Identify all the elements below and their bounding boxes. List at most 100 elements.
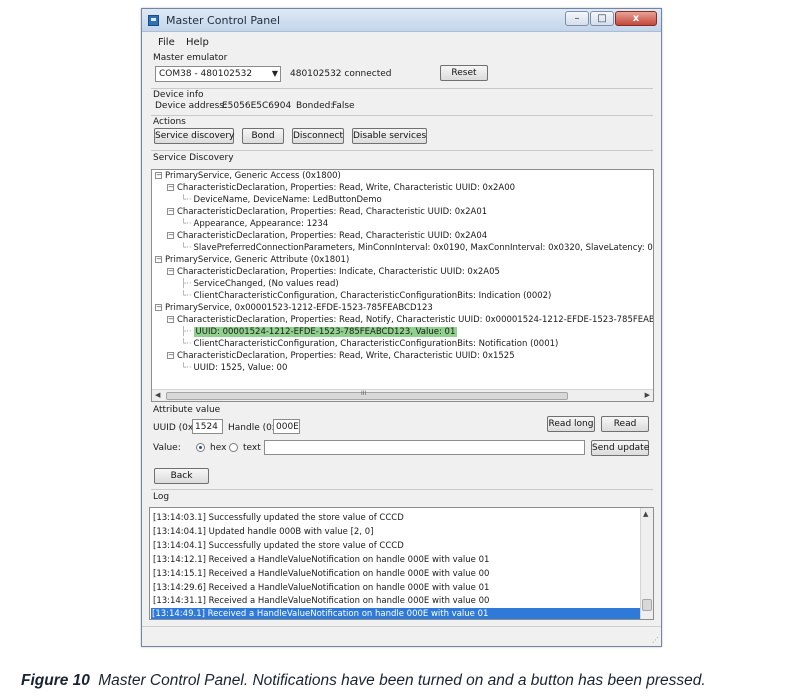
log-entry[interactable]: [13:14:12.1] Received a HandleValueNotif…	[152, 554, 640, 567]
disable-services-button[interactable]: Disable services	[352, 128, 427, 144]
actions-label: Actions	[153, 117, 186, 127]
service-discovery-button[interactable]: Service discovery	[154, 128, 234, 144]
log-vertical-scrollbar[interactable]: ▲	[640, 508, 653, 619]
minimize-button[interactable]: –	[565, 11, 589, 26]
divider	[151, 489, 653, 490]
connection-status: 480102532 connected	[290, 69, 392, 79]
tree-item-selected[interactable]: ├·· UUID: 00001524-1212-EFDE-1523-785FEAB…	[181, 326, 458, 338]
figure-caption: Figure 10 Master Control Panel. Notifica…	[21, 672, 706, 690]
log-label: Log	[153, 492, 170, 502]
bond-button[interactable]: Bond	[242, 128, 284, 144]
scroll-up-icon[interactable]: ▲	[643, 510, 648, 518]
tree-item[interactable]: − CharacteristicDeclaration, Properties: …	[167, 314, 653, 326]
log-entry[interactable]: [13:14:15.1] Received a HandleValueNotif…	[152, 568, 640, 581]
tree-line-icon: └··	[181, 363, 192, 373]
log-entry[interactable]: [13:14:04.1] Updated handle 000B with va…	[152, 526, 640, 539]
port-select[interactable]: COM38 - 480102532 ▼	[155, 66, 281, 82]
tree-item[interactable]: └·· DeviceName, DeviceName: LedButtonDemo	[181, 194, 382, 206]
tree-item[interactable]: − CharacteristicDeclaration, Properties: …	[167, 230, 487, 242]
status-bar: ⋰	[142, 626, 661, 646]
scroll-grip-icon: III	[361, 390, 367, 397]
back-button[interactable]: Back	[154, 468, 209, 484]
log-entry-selected[interactable]: [13:14:49.1] Received a HandleValueNotif…	[151, 608, 640, 619]
scroll-left-icon[interactable]: ◀	[155, 391, 160, 399]
tree-item[interactable]: − CharacteristicDeclaration, Properties: …	[167, 350, 515, 362]
tree-line-icon: └··	[181, 291, 192, 301]
log-entry[interactable]: [13:14:03.1] Successfully updated the st…	[152, 512, 640, 525]
tree-line-icon: └··	[181, 339, 192, 349]
log-entry[interactable]: [13:14:29.6] Received a HandleValueNotif…	[152, 582, 640, 595]
collapse-icon[interactable]: −	[167, 268, 174, 275]
collapse-icon[interactable]: −	[155, 256, 162, 263]
hex-radio[interactable]	[196, 443, 205, 452]
figure-number: Figure 10	[21, 672, 90, 689]
tree-item[interactable]: − PrimaryService, Generic Access (0x1800)	[155, 170, 341, 182]
disconnect-button[interactable]: Disconnect	[292, 128, 344, 144]
tree-item[interactable]: − PrimaryService, 0x00001523-1212-EFDE-15…	[155, 302, 433, 314]
service-tree[interactable]: − PrimaryService, Generic Access (0x1800)…	[151, 169, 654, 402]
collapse-icon[interactable]: −	[167, 316, 174, 323]
device-info-label: Device info	[153, 90, 204, 100]
uuid-input[interactable]: 1524	[192, 419, 223, 434]
tree-item[interactable]: − PrimaryService, Generic Attribute (0x18…	[155, 254, 349, 266]
divider	[151, 150, 653, 151]
menu-help[interactable]: Help	[186, 37, 209, 48]
tree-line-icon: ├··	[181, 279, 192, 289]
menu-file[interactable]: File	[158, 37, 175, 48]
close-button[interactable]: x	[615, 11, 657, 26]
hex-label: hex	[210, 443, 227, 453]
log-entry[interactable]: [13:14:04.1] Successfully updated the st…	[152, 540, 640, 553]
tree-item[interactable]: └·· ClientCharacteristicConfiguration, Ch…	[181, 338, 558, 350]
scroll-right-icon[interactable]: ▶	[645, 391, 650, 399]
read-button[interactable]: Read	[601, 416, 649, 432]
tree-horizontal-scrollbar[interactable]: ◀ III ▶	[152, 389, 653, 401]
send-update-button[interactable]: Send update	[591, 440, 649, 456]
tree-line-icon: └··	[181, 195, 192, 205]
tree-item[interactable]: └·· Appearance, Appearance: 1234	[181, 218, 328, 230]
tree-item[interactable]: └·· SlavePreferredConnectionParameters, M…	[181, 242, 653, 254]
tree-item[interactable]: − CharacteristicDeclaration, Properties: …	[167, 206, 487, 218]
handle-input[interactable]: 000E	[273, 419, 300, 434]
reset-button[interactable]: Reset	[440, 65, 488, 81]
master-control-panel-window: Master Control Panel – □ x File Help Mas…	[141, 8, 662, 647]
maximize-button[interactable]: □	[590, 11, 614, 26]
tree-item[interactable]: └·· ClientCharacteristicConfiguration, Ch…	[181, 290, 551, 302]
attribute-value-label: Attribute value	[153, 405, 221, 415]
collapse-icon[interactable]: −	[167, 208, 174, 215]
value-label: Value:	[153, 443, 181, 453]
collapse-icon[interactable]: −	[155, 172, 162, 179]
menu-bar: File Help	[142, 33, 661, 49]
divider	[151, 115, 653, 116]
collapse-icon[interactable]: −	[155, 304, 162, 311]
read-long-button[interactable]: Read long	[547, 416, 595, 432]
collapse-icon[interactable]: −	[167, 232, 174, 239]
scroll-thumb[interactable]	[166, 392, 568, 400]
text-radio[interactable]	[229, 443, 238, 452]
window-title: Master Control Panel	[166, 14, 280, 27]
collapse-icon[interactable]: −	[167, 184, 174, 191]
device-address-value: E5056E5C6904	[222, 101, 292, 111]
chevron-down-icon: ▼	[271, 69, 278, 78]
caption-text: Master Control Panel. Notifications have…	[98, 672, 706, 689]
port-select-value: COM38 - 480102532	[159, 69, 253, 79]
tree-item[interactable]: − CharacteristicDeclaration, Properties: …	[167, 182, 515, 194]
tree-item[interactable]: − CharacteristicDeclaration, Properties: …	[167, 266, 500, 278]
bonded-value: False	[332, 101, 355, 111]
tree-item[interactable]: └·· UUID: 1525, Value: 00	[181, 362, 287, 374]
scroll-thumb[interactable]	[642, 599, 652, 611]
device-address-label: Device address:	[155, 101, 228, 111]
divider	[151, 88, 653, 89]
log-entry[interactable]: [13:14:31.1] Received a HandleValueNotif…	[152, 595, 640, 608]
log-list[interactable]: [13:14:03.1] Successfully updated the st…	[149, 507, 654, 620]
title-bar[interactable]: Master Control Panel – □ x	[142, 9, 661, 32]
tree-line-icon: ├··	[181, 327, 192, 337]
app-icon	[148, 15, 159, 26]
value-input[interactable]	[264, 440, 585, 455]
tree-line-icon: └··	[181, 219, 192, 229]
tree-line-icon: └··	[181, 243, 192, 253]
tree-item[interactable]: ├·· ServiceChanged, (No values read)	[181, 278, 339, 290]
collapse-icon[interactable]: −	[167, 352, 174, 359]
bonded-label: Bonded:	[296, 101, 334, 111]
text-label: text	[243, 443, 261, 453]
resize-grip-icon[interactable]: ⋰	[652, 636, 659, 644]
